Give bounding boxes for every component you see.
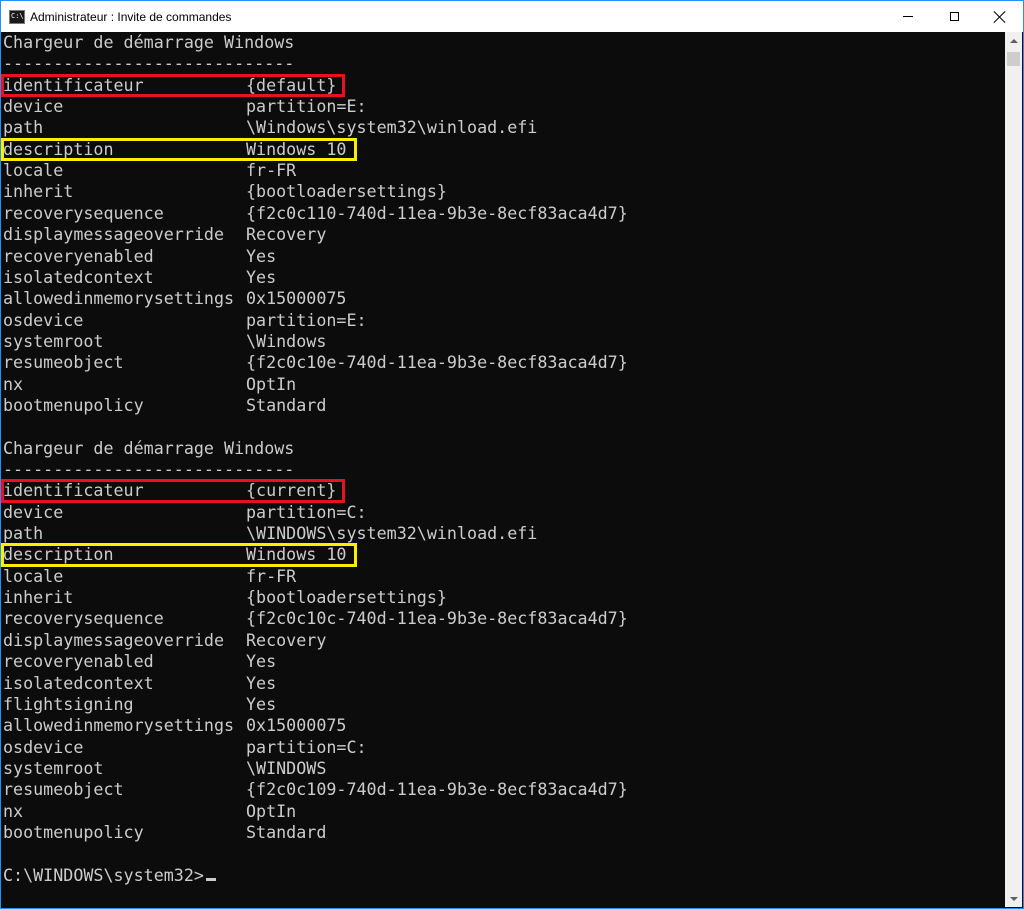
separator-text: ----------------------------- (3, 53, 295, 74)
entry-value: 0x15000075 (246, 288, 347, 309)
entry-value: OptIn (246, 800, 297, 821)
entry-value: Yes (246, 245, 277, 266)
entry-value: \Windows\system32\winload.efi (246, 117, 538, 138)
entry-key: resumeobject (3, 779, 124, 800)
entry-key: systemroot (3, 330, 104, 351)
chevron-up-icon (1009, 38, 1018, 43)
section-header: Chargeur de démarrage Windows (3, 438, 294, 459)
entry-key: inherit (3, 181, 74, 202)
entry-value: {bootloadersettings} (246, 181, 447, 202)
entry-key: recoveryenabled (3, 651, 154, 672)
entry-value: Yes (246, 266, 277, 287)
chevron-down-icon (1009, 896, 1018, 901)
minimize-button[interactable] (885, 1, 931, 32)
entry-key: path (3, 523, 44, 544)
entry-value: {f2c0c10e-740d-11ea-9b3e-8ecf83aca4d7} (246, 352, 628, 373)
entry-value: {f2c0c110-740d-11ea-9b3e-8ecf83aca4d7} (246, 202, 628, 223)
entry-value: Standard (246, 394, 327, 415)
close-button[interactable] (977, 1, 1023, 32)
entry-value: {f2c0c10c-740d-11ea-9b3e-8ecf83aca4d7} (246, 608, 628, 629)
entry-key: locale (3, 565, 64, 586)
entry-key: isolatedcontext (3, 266, 154, 287)
entry-key: identificateur (3, 74, 144, 95)
command-prompt-line[interactable]: C:\WINDOWS\system32> (3, 865, 216, 886)
entry-value: partition=E: (246, 96, 367, 117)
entry-key: nx (3, 800, 24, 821)
entry-value: partition=C: (246, 736, 367, 757)
entry-value: Standard (246, 821, 327, 842)
section-header-text: Chargeur de démarrage Windows (3, 32, 295, 52)
maximize-icon (949, 12, 959, 21)
entry-value: fr-FR (246, 565, 297, 586)
cmd-app-icon[interactable]: C:\ (9, 9, 25, 24)
entry-key: locale (3, 160, 64, 181)
entry-key: allowedinmemorysettings (3, 715, 235, 736)
section-header: Chargeur de démarrage Windows (3, 32, 294, 53)
entry-key: description (3, 138, 114, 159)
text-cursor (205, 877, 216, 881)
entry-value: partition=C: (246, 501, 367, 522)
entry-key: path (3, 117, 44, 138)
minimize-icon (903, 16, 913, 17)
cmd-icon-label: C:\ (11, 11, 24, 20)
entry-value: {current} (246, 480, 337, 501)
entry-value: {default} (246, 74, 337, 95)
window-title: Administrateur : Invite de commandes (30, 9, 232, 24)
scroll-up-button[interactable] (1005, 32, 1022, 49)
entry-key: resumeobject (3, 352, 124, 373)
entry-value: partition=E: (246, 309, 367, 330)
entry-key: allowedinmemorysettings (3, 288, 235, 309)
entry-value: Recovery (246, 629, 327, 650)
entry-value: Yes (246, 693, 277, 714)
vertical-scrollbar[interactable] (1005, 32, 1022, 907)
entry-key: bootmenupolicy (3, 394, 144, 415)
entry-key: description (3, 544, 114, 565)
window-controls (885, 1, 1023, 32)
entry-key: identificateur (3, 480, 144, 501)
command-prompt-window: C:\ Administrateur : Invite de commandes… (0, 0, 1024, 909)
section-header-text: Chargeur de démarrage Windows (3, 437, 295, 458)
entry-value: OptIn (246, 373, 297, 394)
entry-key: recoverysequence (3, 202, 164, 223)
entry-value: {bootloadersettings} (246, 587, 447, 608)
entry-key: device (3, 96, 64, 117)
scroll-thumb[interactable] (1007, 52, 1020, 66)
entry-value: Yes (246, 672, 277, 693)
entry-key: inherit (3, 587, 74, 608)
entry-value: \WINDOWS (246, 757, 327, 778)
maximize-button[interactable] (931, 1, 977, 32)
entry-key: recoveryenabled (3, 245, 154, 266)
section-separator: ----------------------------- (3, 53, 294, 74)
entry-value: 0x15000075 (246, 715, 347, 736)
entry-value: \Windows (246, 330, 327, 351)
separator-text: ----------------------------- (3, 459, 295, 479)
entry-key: osdevice (3, 309, 84, 330)
entry-value: {f2c0c109-740d-11ea-9b3e-8ecf83aca4d7} (246, 779, 628, 800)
entry-value: \WINDOWS\system32\winload.efi (246, 523, 538, 544)
title-bar[interactable]: C:\ Administrateur : Invite de commandes (1, 1, 1023, 32)
entry-value: fr-FR (246, 160, 297, 181)
section-separator: ----------------------------- (3, 459, 294, 480)
entry-key: displaymessageoverride (3, 224, 225, 245)
entry-key: nx (3, 373, 24, 394)
entry-key: osdevice (3, 736, 84, 757)
prompt-text: C:\WINDOWS\system32> (3, 864, 204, 885)
entry-value: Recovery (246, 224, 327, 245)
entry-key: systemroot (3, 757, 104, 778)
entry-key: displaymessageoverride (3, 629, 225, 650)
entry-value: Yes (246, 651, 277, 672)
entry-key: recoverysequence (3, 608, 164, 629)
entry-key: flightsigning (3, 693, 134, 714)
entry-key: isolatedcontext (3, 672, 154, 693)
entry-key: bootmenupolicy (3, 821, 144, 842)
entry-value: Windows 10 (246, 138, 347, 159)
scroll-down-button[interactable] (1005, 890, 1022, 907)
entry-value: Windows 10 (246, 544, 347, 565)
console-output[interactable]: Chargeur de démarrage Windows -----------… (1, 32, 1006, 908)
entry-key: device (3, 501, 64, 522)
close-icon (994, 11, 1006, 23)
